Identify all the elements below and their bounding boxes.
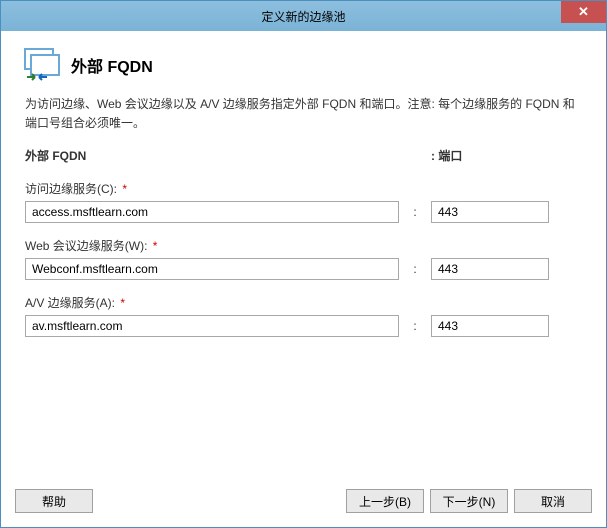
back-button[interactable]: 上一步(B) [346, 489, 424, 513]
webconf-edge-port-input[interactable] [431, 258, 549, 280]
cancel-button[interactable]: 取消 [514, 489, 592, 513]
required-marker: * [122, 182, 127, 196]
column-headers: 外部 FQDN : 端口 [25, 147, 582, 164]
required-marker: * [120, 296, 125, 310]
required-marker: * [153, 239, 158, 253]
page-title: 外部 FQDN [71, 53, 153, 77]
separator-colon: : [399, 205, 431, 219]
access-edge-group: 访问边缘服务(C): * : [25, 180, 582, 223]
webconf-edge-label: Web 会议边缘服务(W): * [25, 237, 582, 254]
av-edge-fqdn-input[interactable] [25, 315, 399, 337]
window-title: 定义新的边缘池 [261, 8, 345, 25]
content-area: 为访问边缘、Web 会议边缘以及 A/V 边缘服务指定外部 FQDN 和端口。注… [1, 91, 606, 479]
separator-colon: : [399, 319, 431, 333]
av-edge-label: A/V 边缘服务(A): * [25, 294, 582, 311]
description-text: 为访问边缘、Web 会议边缘以及 A/V 边缘服务指定外部 FQDN 和端口。注… [25, 95, 582, 133]
titlebar: 定义新的边缘池 ✕ [1, 1, 606, 31]
av-edge-group: A/V 边缘服务(A): * : [25, 294, 582, 337]
dialog-footer: 帮助 上一步(B) 下一步(N) 取消 [1, 479, 606, 527]
port-column-header: : 端口 [405, 147, 462, 164]
av-edge-port-input[interactable] [431, 315, 549, 337]
dialog-window: 定义新的边缘池 ✕ 外部 FQDN 为访问边缘、Web 会议边缘以及 A/V 边… [0, 0, 607, 528]
separator-colon: : [399, 262, 431, 276]
fqdn-column-header: 外部 FQDN [25, 147, 405, 164]
webconf-edge-fqdn-input[interactable] [25, 258, 399, 280]
access-edge-port-input[interactable] [431, 201, 549, 223]
next-button[interactable]: 下一步(N) [430, 489, 508, 513]
close-button[interactable]: ✕ [561, 1, 606, 23]
edge-pool-icon [21, 47, 61, 83]
close-icon: ✕ [578, 4, 589, 20]
access-edge-label: 访问边缘服务(C): * [25, 180, 582, 197]
webconf-edge-group: Web 会议边缘服务(W): * : [25, 237, 582, 280]
help-button[interactable]: 帮助 [15, 489, 93, 513]
access-edge-fqdn-input[interactable] [25, 201, 399, 223]
page-header: 外部 FQDN [1, 31, 606, 91]
